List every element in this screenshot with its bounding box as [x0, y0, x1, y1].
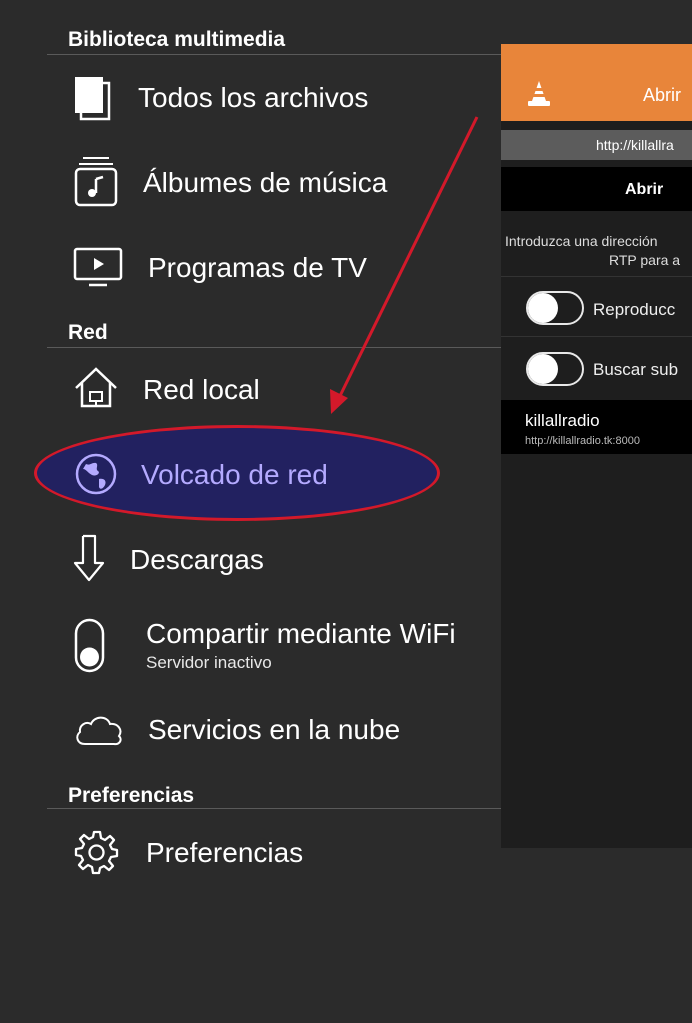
- section-header-preferences: Preferencias: [68, 784, 195, 807]
- sidebar-item-wifi-sharing[interactable]: Compartir mediante WiFi Servidor inactiv…: [0, 610, 501, 700]
- tv-icon: [73, 246, 125, 293]
- sidebar-item-label: Descargas: [130, 544, 264, 575]
- sidebar-item-all-files[interactable]: Todos los archivos: [0, 58, 501, 138]
- sidebar-item-label: Todos los archivos: [138, 82, 369, 113]
- sidebar-item-label: Compartir mediante WiFi: [146, 618, 456, 649]
- open-button[interactable]: Abrir: [501, 167, 692, 211]
- open-network-stream-panel: Abrir http://killallra Abrir Introduzca …: [501, 44, 692, 848]
- subtitles-toggle[interactable]: [526, 352, 584, 386]
- sidebar: Biblioteca multimedia Todos los archivos…: [0, 0, 501, 1023]
- sidebar-item-tv-shows[interactable]: Programas de TV: [0, 228, 501, 308]
- vlc-cone-icon: [526, 79, 552, 114]
- stream-url: http://killallradio.tk:8000: [525, 435, 640, 447]
- sidebar-item-preferences[interactable]: Preferencias: [0, 812, 501, 892]
- divider: [47, 347, 501, 348]
- toggle-knob: [528, 354, 558, 384]
- toggle-knob: [528, 293, 558, 323]
- divider: [501, 336, 692, 337]
- wifi-toggle-icon: [74, 618, 106, 679]
- download-arrow-icon: [72, 533, 106, 588]
- sidebar-item-cloud-services[interactable]: Servicios en la nube: [0, 690, 501, 770]
- sidebar-item-label: Programas de TV: [148, 252, 367, 283]
- sidebar-item-network-stream[interactable]: Volcado de red: [0, 435, 501, 515]
- section-header-library: Biblioteca multimedia: [68, 28, 286, 51]
- divider: [47, 54, 501, 55]
- panel-header: Abrir: [501, 44, 692, 121]
- panel-description: RTP para a: [609, 252, 681, 268]
- panel-description: Introduzca una dirección: [505, 233, 658, 249]
- sidebar-item-label: Servicios en la nube: [148, 714, 401, 745]
- sidebar-item-label: Álbumes de música: [143, 167, 388, 198]
- stream-title: killallradio: [525, 411, 600, 430]
- section-header-network: Red: [68, 321, 108, 344]
- divider: [47, 808, 501, 809]
- globe-icon: [74, 452, 118, 501]
- sidebar-item-music-albums[interactable]: Álbumes de música: [0, 143, 501, 223]
- toggle-label: Buscar sub: [593, 360, 679, 379]
- music-album-icon: [73, 155, 119, 214]
- toggle-label: Reproducc: [593, 300, 676, 319]
- sidebar-item-label: Volcado de red: [141, 459, 328, 490]
- home-network-icon: [73, 366, 121, 415]
- panel-title: Abrir: [643, 85, 682, 105]
- sidebar-item-sublabel: Servidor inactivo: [146, 653, 272, 672]
- sidebar-item-label: Red local: [143, 374, 260, 405]
- gear-icon: [74, 829, 120, 880]
- play-all-toggle[interactable]: [526, 291, 584, 325]
- divider: [501, 276, 692, 277]
- files-icon: [73, 76, 115, 127]
- recent-stream-item[interactable]: killallradio http://killallradio.tk:8000: [501, 400, 692, 454]
- sidebar-item-label: Preferencias: [146, 837, 304, 868]
- sidebar-item-downloads[interactable]: Descargas: [0, 520, 501, 600]
- url-field-text: http://killallra: [596, 137, 674, 153]
- cloud-icon: [73, 712, 125, 753]
- open-button-label: Abrir: [625, 181, 664, 198]
- url-field[interactable]: http://killallra: [501, 130, 692, 160]
- sidebar-item-local-network[interactable]: Red local: [0, 350, 501, 430]
